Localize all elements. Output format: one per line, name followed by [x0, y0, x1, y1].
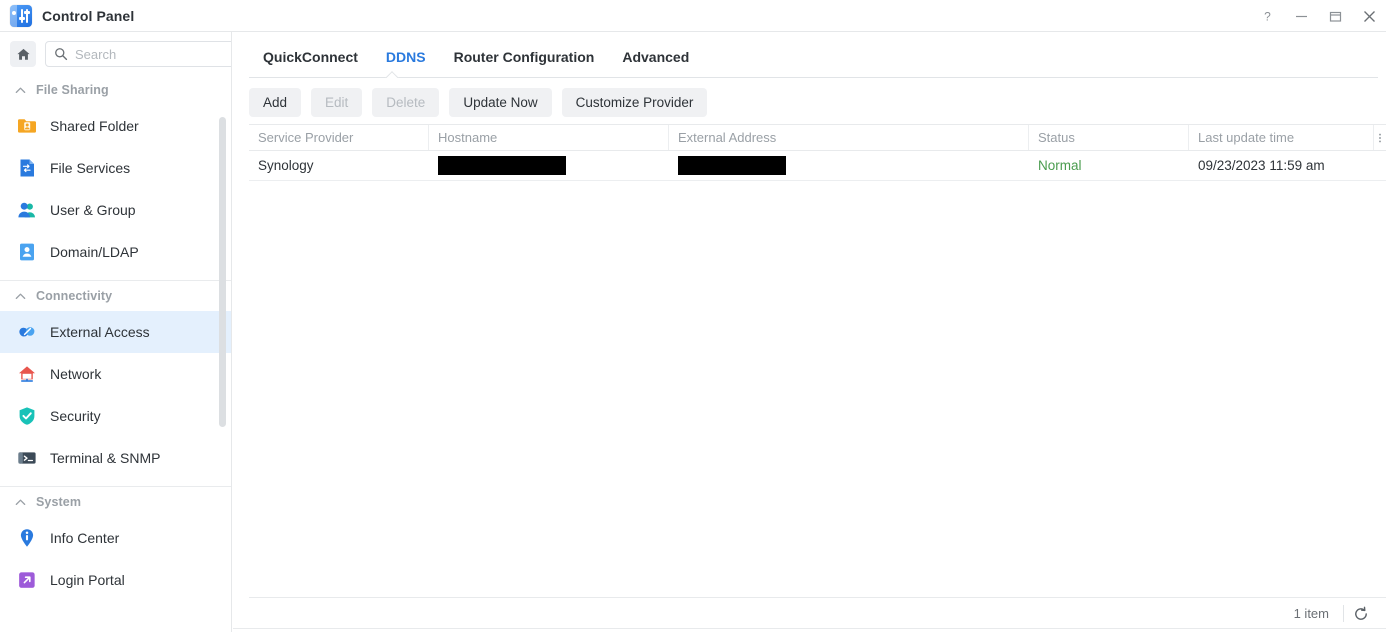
cell-hostname — [429, 151, 669, 180]
tab-advanced[interactable]: Advanced — [608, 49, 703, 78]
sidebar-item-label: File Services — [50, 160, 130, 176]
domain-ldap-icon — [16, 241, 38, 263]
file-services-icon — [16, 157, 38, 179]
column-header-external-address[interactable]: External Address — [669, 125, 1029, 150]
sidebar-group-system[interactable]: System — [0, 487, 231, 517]
sidebar-item-external-access[interactable]: External Access — [0, 311, 231, 353]
terminal-snmp-icon — [16, 447, 38, 469]
sidebar-item-user-group[interactable]: User & Group — [0, 189, 231, 231]
home-button[interactable] — [10, 41, 36, 67]
tab-label: DDNS — [386, 49, 426, 65]
shared-folder-icon — [16, 115, 38, 137]
column-header-last-update-time[interactable]: Last update time — [1189, 125, 1374, 150]
search-input[interactable] — [75, 47, 232, 62]
sidebar-item-network[interactable]: Network — [0, 353, 231, 395]
table-row[interactable]: Synology Normal 09/23/2023 11:59 am — [249, 151, 1386, 181]
title-bar: Control Panel ? — [0, 0, 1386, 32]
sidebar-group-file-sharing[interactable]: File Sharing — [0, 75, 231, 105]
home-icon — [16, 47, 31, 62]
tab-bar: QuickConnect DDNS Router Configuration A… — [233, 32, 1386, 78]
sidebar-item-label: Domain/LDAP — [50, 244, 139, 260]
refresh-icon — [1353, 606, 1369, 622]
cell-last-update-time: 09/23/2023 11:59 am — [1189, 151, 1374, 180]
sidebar-scroll-area: File Sharing Shared Folder — [0, 75, 231, 632]
cell-external-address — [669, 151, 1029, 180]
sidebar-item-login-portal[interactable]: Login Portal — [0, 559, 231, 601]
update-now-button[interactable]: Update Now — [449, 88, 551, 117]
maximize-button[interactable] — [1318, 0, 1352, 32]
sidebar-group-label: System — [36, 495, 81, 509]
window-bottom-rule — [233, 628, 1386, 629]
column-header-hostname[interactable]: Hostname — [429, 125, 669, 150]
customize-provider-button[interactable]: Customize Provider — [562, 88, 708, 117]
sidebar-item-info-center[interactable]: Info Center — [0, 517, 231, 559]
add-button[interactable]: Add — [249, 88, 301, 117]
window-title: Control Panel — [42, 8, 134, 24]
sidebar-item-shared-folder[interactable]: Shared Folder — [0, 105, 231, 147]
cell-status: Normal — [1029, 151, 1189, 180]
tab-label: Router Configuration — [454, 49, 595, 65]
external-access-icon — [16, 321, 38, 343]
sidebar-item-terminal-snmp[interactable]: Terminal & SNMP — [0, 437, 231, 479]
column-header-status[interactable]: Status — [1029, 125, 1189, 150]
delete-button[interactable]: Delete — [372, 88, 439, 117]
login-portal-icon — [16, 569, 38, 591]
column-options-button[interactable] — [1374, 125, 1386, 150]
sidebar-item-label: External Access — [50, 324, 150, 340]
sidebar: File Sharing Shared Folder — [0, 32, 232, 632]
user-group-icon — [16, 199, 38, 221]
tab-router-configuration[interactable]: Router Configuration — [440, 49, 609, 78]
toolbar: Add Edit Delete Update Now Customize Pro… — [233, 78, 1386, 127]
tab-underline — [249, 77, 1378, 78]
sidebar-item-label: Info Center — [50, 530, 119, 546]
shield-icon — [16, 405, 38, 427]
redaction-bar — [678, 156, 786, 175]
sidebar-item-label: Terminal & SNMP — [50, 450, 160, 466]
sidebar-group-connectivity[interactable]: Connectivity — [0, 281, 231, 311]
chevron-up-icon — [14, 84, 27, 97]
search-box[interactable] — [45, 41, 232, 67]
close-button[interactable] — [1352, 0, 1386, 32]
tab-quickconnect[interactable]: QuickConnect — [249, 49, 372, 78]
svg-text:?: ? — [1264, 10, 1271, 23]
refresh-button[interactable] — [1344, 598, 1378, 630]
minimize-button[interactable] — [1284, 0, 1318, 32]
redaction-bar — [438, 156, 566, 175]
sidebar-item-label: User & Group — [50, 202, 136, 218]
tab-label: Advanced — [622, 49, 689, 65]
sidebar-item-domain-ldap[interactable]: Domain/LDAP — [0, 231, 231, 273]
cell-service-provider: Synology — [249, 151, 429, 180]
sidebar-search-bar — [0, 32, 231, 75]
help-button[interactable]: ? — [1250, 0, 1284, 32]
item-count-label: 1 item — [1294, 606, 1343, 621]
status-bar: 1 item — [249, 597, 1386, 629]
sidebar-item-label: Shared Folder — [50, 118, 139, 134]
main-content: QuickConnect DDNS Router Configuration A… — [233, 32, 1386, 632]
active-tab-indicator — [383, 69, 400, 78]
control-panel-icon — [10, 5, 32, 27]
tab-label: QuickConnect — [263, 49, 358, 65]
sidebar-scrollbar[interactable] — [219, 117, 226, 427]
search-icon — [54, 47, 68, 61]
chevron-up-icon — [14, 496, 27, 509]
sidebar-group-label: File Sharing — [36, 83, 109, 97]
window-controls: ? — [1250, 0, 1386, 32]
ddns-table: Service Provider Hostname External Addre… — [249, 124, 1386, 596]
kebab-menu-icon — [1374, 130, 1386, 146]
edit-button[interactable]: Edit — [311, 88, 362, 117]
sidebar-item-label: Security — [50, 408, 101, 424]
info-center-icon — [16, 527, 38, 549]
sidebar-group-label: Connectivity — [36, 289, 112, 303]
sidebar-item-file-services[interactable]: File Services — [0, 147, 231, 189]
sidebar-item-security[interactable]: Security — [0, 395, 231, 437]
chevron-up-icon — [14, 290, 27, 303]
sidebar-item-label: Login Portal — [50, 572, 125, 588]
sidebar-item-label: Network — [50, 366, 101, 382]
column-header-service-provider[interactable]: Service Provider — [249, 125, 429, 150]
network-icon — [16, 363, 38, 385]
table-header-row: Service Provider Hostname External Addre… — [249, 124, 1386, 151]
